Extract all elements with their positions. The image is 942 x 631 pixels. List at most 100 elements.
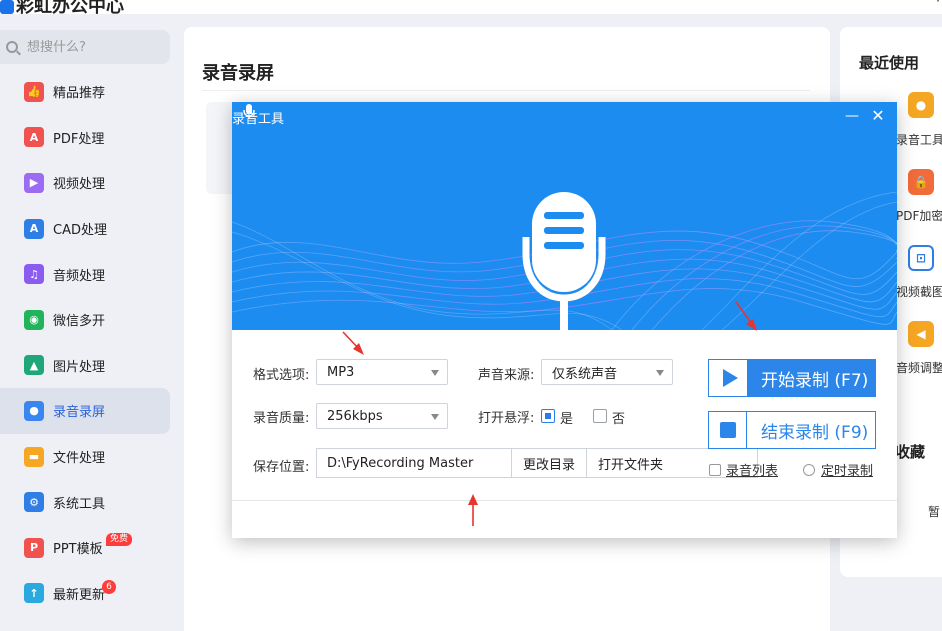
format-label: 格式选项: [253, 368, 310, 383]
minimize-icon[interactable]: — [843, 108, 861, 126]
sidebar-item-video[interactable]: ▶ 视频处理 [0, 160, 183, 206]
sidebar-item-label: 精品推荐 [53, 86, 106, 102]
upload-icon: ↑ [24, 583, 44, 604]
dialog-titlebar[interactable]: 录音工具 — ✕ [232, 102, 897, 132]
wechat-icon: ◉ [24, 309, 44, 330]
recent-title: 最近使用 [859, 54, 920, 72]
window-control-icon[interactable]: · [936, 0, 940, 8]
sidebar-item-label: 最新更新 [53, 587, 106, 603]
chevron-down-icon [431, 370, 439, 376]
lock-icon[interactable]: 🔒 [908, 169, 934, 195]
sidebar-item-ppt[interactable]: P PPT模板 免费 [0, 525, 183, 571]
search-input[interactable] [27, 39, 157, 55]
recording-dialog: 录音工具 — ✕ 格式选项: MP3 声音来源: 仅系统声音 录音质量: 256… [232, 102, 897, 538]
search-icon [6, 41, 18, 53]
sidebar-item-audio[interactable]: ♫ 音频处理 [0, 251, 183, 297]
gear-icon: ⚙ [24, 492, 44, 513]
clock-icon [803, 464, 815, 476]
annotation-arrow-icon [468, 494, 478, 526]
music-icon: ♫ [24, 264, 44, 285]
microphone-icon [243, 104, 255, 119]
source-label: 声音来源: [478, 368, 535, 383]
sidebar-nav: 👍 精品推荐 A PDF处理 ▶ 视频处理 A CAD处理 ♫ 音频处理 ◉ 微… [0, 69, 183, 616]
sidebar-item-cad[interactable]: A CAD处理 [0, 206, 183, 252]
sidebar-item-wechat[interactable]: ◉ 微信多开 [0, 297, 183, 343]
sidebar-item-label: 文件处理 [53, 451, 106, 467]
crop-icon[interactable]: ⊡ [908, 245, 934, 271]
quality-label: 录音质量: [253, 411, 310, 426]
favorites-empty-text: 暂 [928, 505, 941, 519]
save-location-label: 保存位置: [253, 460, 310, 475]
stop-recording-label: 结束录制 (F9) [761, 422, 869, 443]
scheduled-recording-link[interactable]: 定时录制 [821, 460, 873, 479]
chevron-down-icon [656, 370, 664, 376]
quality-select[interactable]: 256kbps [316, 403, 448, 429]
annotation-arrow-icon [342, 331, 364, 355]
recent-item-label[interactable]: 视频截图 [896, 283, 942, 300]
divider [232, 500, 897, 501]
start-recording-button[interactable]: 开始录制 (F7) [708, 359, 876, 397]
float-yes-label[interactable]: 是 [560, 408, 573, 427]
sidebar-item-label: 音频处理 [53, 268, 106, 284]
list-icon [709, 464, 721, 476]
sidebar-item-pdf[interactable]: A PDF处理 [0, 115, 183, 161]
sidebar-item-label: CAD处理 [53, 223, 107, 239]
float-no-checkbox[interactable] [593, 409, 607, 423]
sidebar: 👍 精品推荐 A PDF处理 ▶ 视频处理 A CAD处理 ♫ 音频处理 ◉ 微… [0, 14, 183, 631]
page-title: 录音录屏 [202, 63, 274, 84]
cad-icon: A [24, 218, 44, 239]
sidebar-item-label: 微信多开 [53, 314, 106, 330]
image-icon: ▲ [24, 355, 44, 376]
format-select[interactable]: MP3 [316, 359, 448, 385]
float-label: 打开悬浮: [478, 411, 535, 426]
sidebar-item-recommend[interactable]: 👍 精品推荐 [0, 69, 183, 115]
source-select[interactable]: 仅系统声音 [541, 359, 673, 385]
sidebar-item-label: 视频处理 [53, 177, 106, 193]
stop-icon [709, 412, 747, 448]
save-path-value: D:\FyRecording Master [327, 456, 474, 471]
update-count-badge: 6 [102, 579, 116, 594]
search-box[interactable] [0, 30, 170, 64]
float-no-label[interactable]: 否 [612, 408, 625, 427]
free-badge: 免费 [106, 532, 133, 546]
favorites-title: 收藏 [895, 443, 926, 461]
microphone-icon[interactable]: ● [908, 92, 934, 118]
recent-item-label[interactable]: 音频调整 [896, 359, 942, 376]
video-icon: ▶ [24, 172, 44, 193]
recent-item-label[interactable]: PDF加密 [896, 207, 942, 224]
sidebar-item-label: 图片处理 [53, 359, 106, 375]
source-value: 仅系统声音 [552, 366, 618, 382]
app-title: 彩虹办公中心 [0, 0, 124, 14]
sidebar-item-file[interactable]: ▬ 文件处理 [0, 434, 183, 480]
start-recording-label: 开始录制 (F7) [761, 370, 869, 391]
sidebar-item-label: 系统工具 [53, 496, 106, 512]
sidebar-item-recording[interactable]: ● 录音录屏 [0, 388, 170, 434]
recording-list-link[interactable]: 录音列表 [726, 460, 778, 479]
float-yes-checkbox[interactable] [541, 409, 555, 423]
sidebar-item-system[interactable]: ⚙ 系统工具 [0, 479, 183, 525]
ppt-icon: P [24, 537, 44, 558]
chevron-down-icon [431, 414, 439, 420]
speaker-icon[interactable]: ◀ [908, 321, 934, 347]
change-directory-button[interactable]: 更改目录 [511, 449, 586, 477]
sidebar-item-updates[interactable]: ↑ 最新更新 6 [0, 571, 183, 617]
close-icon[interactable]: ✕ [869, 106, 887, 126]
annotation-arrow-icon [735, 301, 757, 331]
pdf-icon: A [24, 127, 44, 148]
app-title-text: 彩虹办公中心 [16, 0, 124, 14]
app-logo-icon [0, 0, 14, 14]
recent-item-label[interactable]: 录音工具 [896, 131, 942, 148]
save-path-field[interactable]: D:\FyRecording Master 更改目录 打开文件夹 [316, 448, 758, 478]
open-folder-button[interactable]: 打开文件夹 [586, 449, 674, 477]
stop-recording-button[interactable]: 结束录制 (F9) [708, 411, 876, 449]
sidebar-item-label: 录音录屏 [53, 405, 106, 421]
app-titlebar: 彩虹办公中心 · [0, 0, 942, 14]
folder-icon: ▬ [24, 446, 44, 467]
thumbs-up-icon: 👍 [24, 81, 44, 102]
format-value: MP3 [327, 364, 355, 380]
wave-background [232, 191, 897, 330]
quality-value: 256kbps [327, 408, 383, 424]
dialog-hero: 录音工具 — ✕ [232, 102, 897, 330]
sidebar-item-image[interactable]: ▲ 图片处理 [0, 343, 183, 389]
sidebar-item-label: PPT模板 [53, 542, 103, 558]
